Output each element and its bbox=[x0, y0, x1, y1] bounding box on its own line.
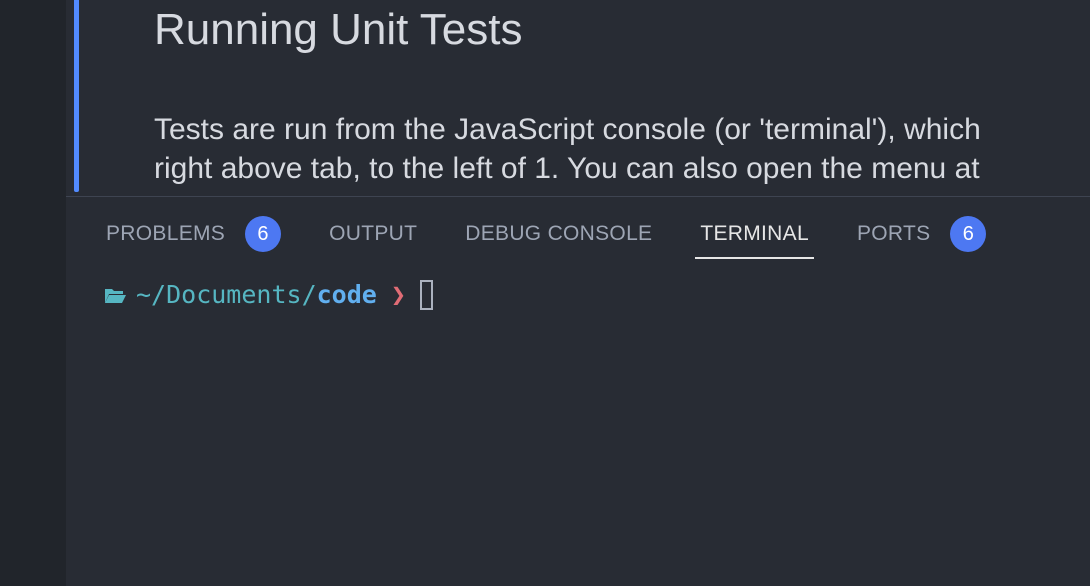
doc-paragraph: Tests are run from the JavaScript consol… bbox=[154, 110, 1090, 188]
tab-label: DEBUG CONSOLE bbox=[465, 222, 653, 245]
tab-label: TERMINAL bbox=[700, 222, 809, 245]
folder-open-icon bbox=[105, 288, 126, 303]
panel-tabs: PROBLEMS 6 OUTPUT DEBUG CONSOLE TERMINAL… bbox=[106, 215, 1034, 259]
terminal-path-prefix: ~/Documents/ bbox=[136, 280, 317, 309]
tab-problems[interactable]: PROBLEMS 6 bbox=[106, 215, 282, 253]
terminal-path-current: code bbox=[316, 280, 377, 309]
blockquote-accent-bar bbox=[74, 0, 79, 192]
bottom-panel: PROBLEMS 6 OUTPUT DEBUG CONSOLE TERMINAL… bbox=[66, 196, 1090, 586]
tab-output[interactable]: OUTPUT bbox=[329, 215, 417, 253]
terminal-cursor[interactable] bbox=[419, 280, 433, 310]
doc-heading: Running Unit Tests bbox=[154, 5, 523, 54]
terminal-prompt-line[interactable]: ~/Documents/ code ❯ bbox=[104, 275, 433, 315]
tab-label: OUTPUT bbox=[329, 222, 418, 245]
paragraph-line: Tests are run from the JavaScript consol… bbox=[154, 113, 981, 146]
markdown-preview: Running Unit Tests Tests are run from th… bbox=[66, 0, 1090, 196]
paragraph-line: right above tab, to the left of 1. You c… bbox=[154, 152, 980, 185]
app-window: Running Unit Tests Tests are run from th… bbox=[0, 0, 1090, 586]
ports-count-badge: 6 bbox=[950, 216, 987, 252]
tab-ports[interactable]: PORTS 6 bbox=[856, 215, 987, 253]
prompt-symbol: ❯ bbox=[390, 280, 406, 309]
tab-terminal[interactable]: TERMINAL bbox=[695, 215, 814, 259]
tab-debug-console[interactable]: DEBUG CONSOLE bbox=[465, 215, 652, 253]
problems-count-badge: 6 bbox=[245, 216, 282, 252]
tab-label: PORTS bbox=[856, 222, 931, 245]
tab-label: PROBLEMS bbox=[106, 222, 226, 245]
activity-bar bbox=[0, 0, 66, 586]
